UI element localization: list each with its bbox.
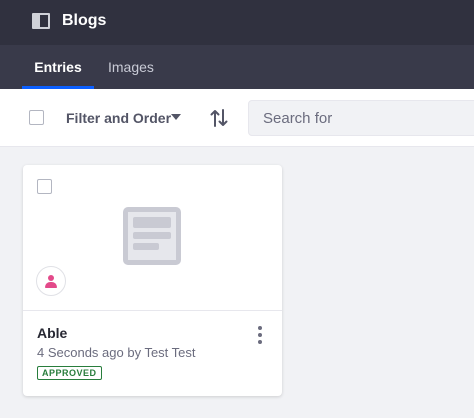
document-icon <box>123 207 181 265</box>
tab-entries[interactable]: Entries <box>22 45 94 89</box>
user-avatar <box>36 266 66 296</box>
filter-order-dropdown[interactable]: Filter and Order <box>66 110 171 126</box>
more-actions-icon[interactable] <box>256 326 264 344</box>
sort-icon[interactable] <box>210 108 228 128</box>
app-header: Blogs <box>0 0 474 45</box>
select-all-checkbox[interactable] <box>29 110 44 125</box>
entry-subtitle: 4 Seconds ago by Test Test <box>37 345 196 360</box>
panel-toggle-icon[interactable] <box>32 13 50 29</box>
status-badge: APPROVED <box>37 366 102 380</box>
blog-entry-card[interactable]: Able 4 Seconds ago by Test Test APPROVED <box>23 165 282 396</box>
entry-title[interactable]: Able <box>37 325 67 341</box>
card-preview[interactable] <box>23 165 282 311</box>
nav-bar: Entries Images <box>0 45 474 89</box>
tab-images[interactable]: Images <box>108 45 154 89</box>
entry-checkbox[interactable] <box>37 179 52 194</box>
management-toolbar: Filter and Order <box>0 89 474 147</box>
search-input[interactable] <box>248 100 474 136</box>
caret-down-icon[interactable] <box>171 114 181 120</box>
app-title: Blogs <box>62 12 107 29</box>
